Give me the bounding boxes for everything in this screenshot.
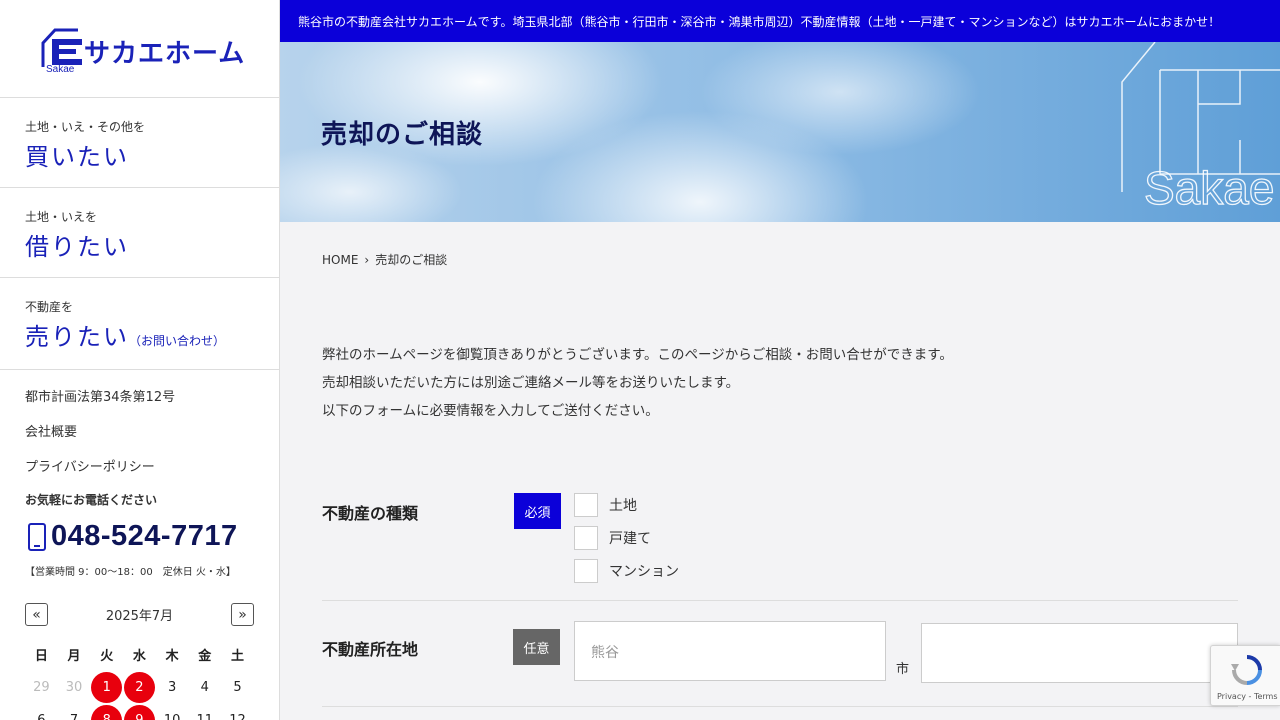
property-type-label: 不動産の種類 — [322, 504, 419, 523]
calendar-day: 6 — [25, 704, 58, 720]
holiday-marker: 1 — [91, 672, 123, 703]
calendar-header: « 2025年7月 » — [25, 603, 254, 626]
recaptcha-badge[interactable]: Privacy - Terms — [1210, 645, 1280, 706]
option-land-label: 土地 — [609, 497, 637, 514]
holiday-marker: 9 — [123, 705, 155, 720]
calendar-day: 12 — [221, 704, 254, 720]
calendar-grid: 日 月 火 水 木 金 土 29 30 1 2 3 4 5 6 7 8 9 10… — [25, 638, 254, 720]
weekday-fri: 金 — [198, 649, 212, 664]
nav-sell[interactable]: 不動産を 売りたい（お問い合わせ） — [0, 278, 279, 370]
nav-buy[interactable]: 土地・いえ・その他を 買いたい — [0, 98, 279, 188]
business-hours: 【営業時間 9：00〜18：00 定休日 火・水】 — [25, 567, 236, 578]
svg-text:Sakae: Sakae — [1144, 162, 1274, 214]
form-row-location: 不動産所在地 任意 熊谷 市 — [322, 601, 1238, 707]
nav-rent[interactable]: 土地・いえを 借りたい — [0, 188, 279, 278]
calendar-next-button[interactable]: » — [230, 603, 254, 626]
checkbox-mansion[interactable] — [574, 558, 598, 583]
logo-icon: Sakae — [40, 25, 84, 75]
option-mansion-label: マンション — [609, 563, 679, 580]
option-house[interactable]: 戸建て — [574, 521, 679, 554]
checkbox-land[interactable] — [574, 492, 598, 517]
side-links: 都市計画法第34条第12号 会社概要 プライバシーポリシー — [0, 370, 279, 491]
chevron-right-icon: › — [364, 252, 370, 267]
form-row-property-type: 不動産の種類 必須 土地 戸建て マンション — [322, 485, 1238, 601]
weekday-tue: 火 — [100, 649, 114, 664]
weekday-sat: 土 — [230, 649, 244, 664]
address-input[interactable] — [921, 623, 1238, 683]
holiday-marker: 8 — [91, 705, 123, 720]
holiday-marker: 2 — [123, 672, 155, 703]
page-title: 売却のご相談 — [321, 120, 484, 150]
recaptcha-links[interactable]: Privacy - Terms — [1217, 692, 1278, 701]
breadcrumb: HOME › 売却のご相談 — [322, 251, 447, 268]
top-banner: 熊谷市の不動産会社サカエホームです。埼玉県北部（熊谷市・行田市・深谷市・鴻巣市周… — [280, 0, 1280, 42]
calendar-prev-button[interactable]: « — [25, 603, 48, 626]
calendar-day: 30 — [65, 680, 83, 695]
option-house-label: 戸建て — [609, 530, 651, 547]
recaptcha-icon — [1231, 655, 1262, 685]
site-logo[interactable]: Sakae サカエホーム — [0, 0, 279, 98]
weekday-sun: 日 — [34, 649, 48, 664]
city-input[interactable]: 熊谷 — [574, 621, 886, 681]
weekday-mon: 月 — [67, 649, 81, 664]
calendar-day: 29 — [33, 680, 50, 695]
intro-line: 売却相談いただいた方には別途ご連絡メール等をお送りいたします。 — [322, 375, 740, 391]
tel-number: 048-524-7717 — [51, 520, 238, 552]
link-city-planning[interactable]: 都市計画法第34条第12号 — [25, 386, 254, 421]
logo-text: サカエホーム — [84, 39, 246, 69]
nav-sell-sub: 不動産を — [25, 300, 74, 314]
link-privacy[interactable]: プライバシーポリシー — [25, 456, 254, 491]
nav-rent-sub: 土地・いえを — [25, 210, 98, 224]
intro-text: 弊社のホームページを御覧頂きありがとうございます。このページからご相談・お問い合… — [322, 341, 953, 425]
tel-block[interactable]: 048-524-7717 — [0, 508, 279, 553]
intro-line: 以下のフォームに必要情報を入力してご送付ください。 — [322, 403, 659, 419]
nav-buy-sub: 土地・いえ・その他を — [25, 120, 146, 134]
nav-sell-note: （お問い合わせ） — [129, 334, 226, 348]
breadcrumb-home[interactable]: HOME — [322, 253, 358, 267]
nav-rent-label: 借りたい — [25, 233, 129, 261]
intro-line: 弊社のホームページを御覧頂きありがとうございます。このページからご相談・お問い合… — [322, 347, 953, 363]
weekday-thu: 木 — [165, 649, 179, 664]
weekday-wed: 水 — [132, 649, 146, 664]
city-suffix-label: 市 — [896, 662, 910, 677]
nav-sell-label: 売りたい（お問い合わせ） — [25, 317, 254, 352]
sidebar: Sakae サカエホーム 土地・いえ・その他を 買いたい 土地・いえを 借りたい… — [0, 0, 280, 720]
phone-icon — [28, 522, 46, 551]
calendar-day-holiday: 2 — [123, 671, 156, 704]
calendar-day-holiday: 8 — [90, 704, 123, 720]
location-label: 不動産所在地 — [322, 640, 419, 659]
watermark-logo-icon: Sakae — [1121, 42, 1280, 215]
calendar: « 2025年7月 » 日 月 火 水 木 金 土 29 30 1 2 3 4 … — [0, 603, 279, 720]
calendar-title: 2025年7月 — [105, 609, 174, 624]
nav-buy-label: 買いたい — [25, 143, 129, 171]
hero-banner: 売却のご相談 Sakae — [280, 42, 1280, 222]
checkbox-house[interactable] — [574, 525, 598, 550]
property-type-options: 土地 戸建て マンション — [574, 488, 679, 587]
calendar-day: 7 — [58, 704, 91, 720]
calendar-day-holiday: 9 — [123, 704, 156, 720]
calendar-day: 5 — [233, 680, 242, 695]
svg-text:Sakae: Sakae — [46, 64, 75, 73]
link-company[interactable]: 会社概要 — [25, 421, 254, 456]
calendar-day-holiday: 1 — [90, 671, 123, 704]
calendar-day: 11 — [188, 704, 221, 720]
calendar-day: 4 — [200, 680, 209, 695]
breadcrumb-current: 売却のご相談 — [375, 253, 448, 267]
optional-badge: 任意 — [513, 629, 560, 665]
calendar-day: 3 — [167, 680, 177, 695]
option-mansion[interactable]: マンション — [574, 554, 679, 587]
required-badge: 必須 — [514, 493, 561, 529]
tel-heading: お気軽にお電話ください — [25, 493, 158, 507]
calendar-day: 10 — [156, 704, 189, 720]
option-land[interactable]: 土地 — [574, 488, 679, 521]
nav-sell-main: 売りたい — [25, 323, 129, 351]
